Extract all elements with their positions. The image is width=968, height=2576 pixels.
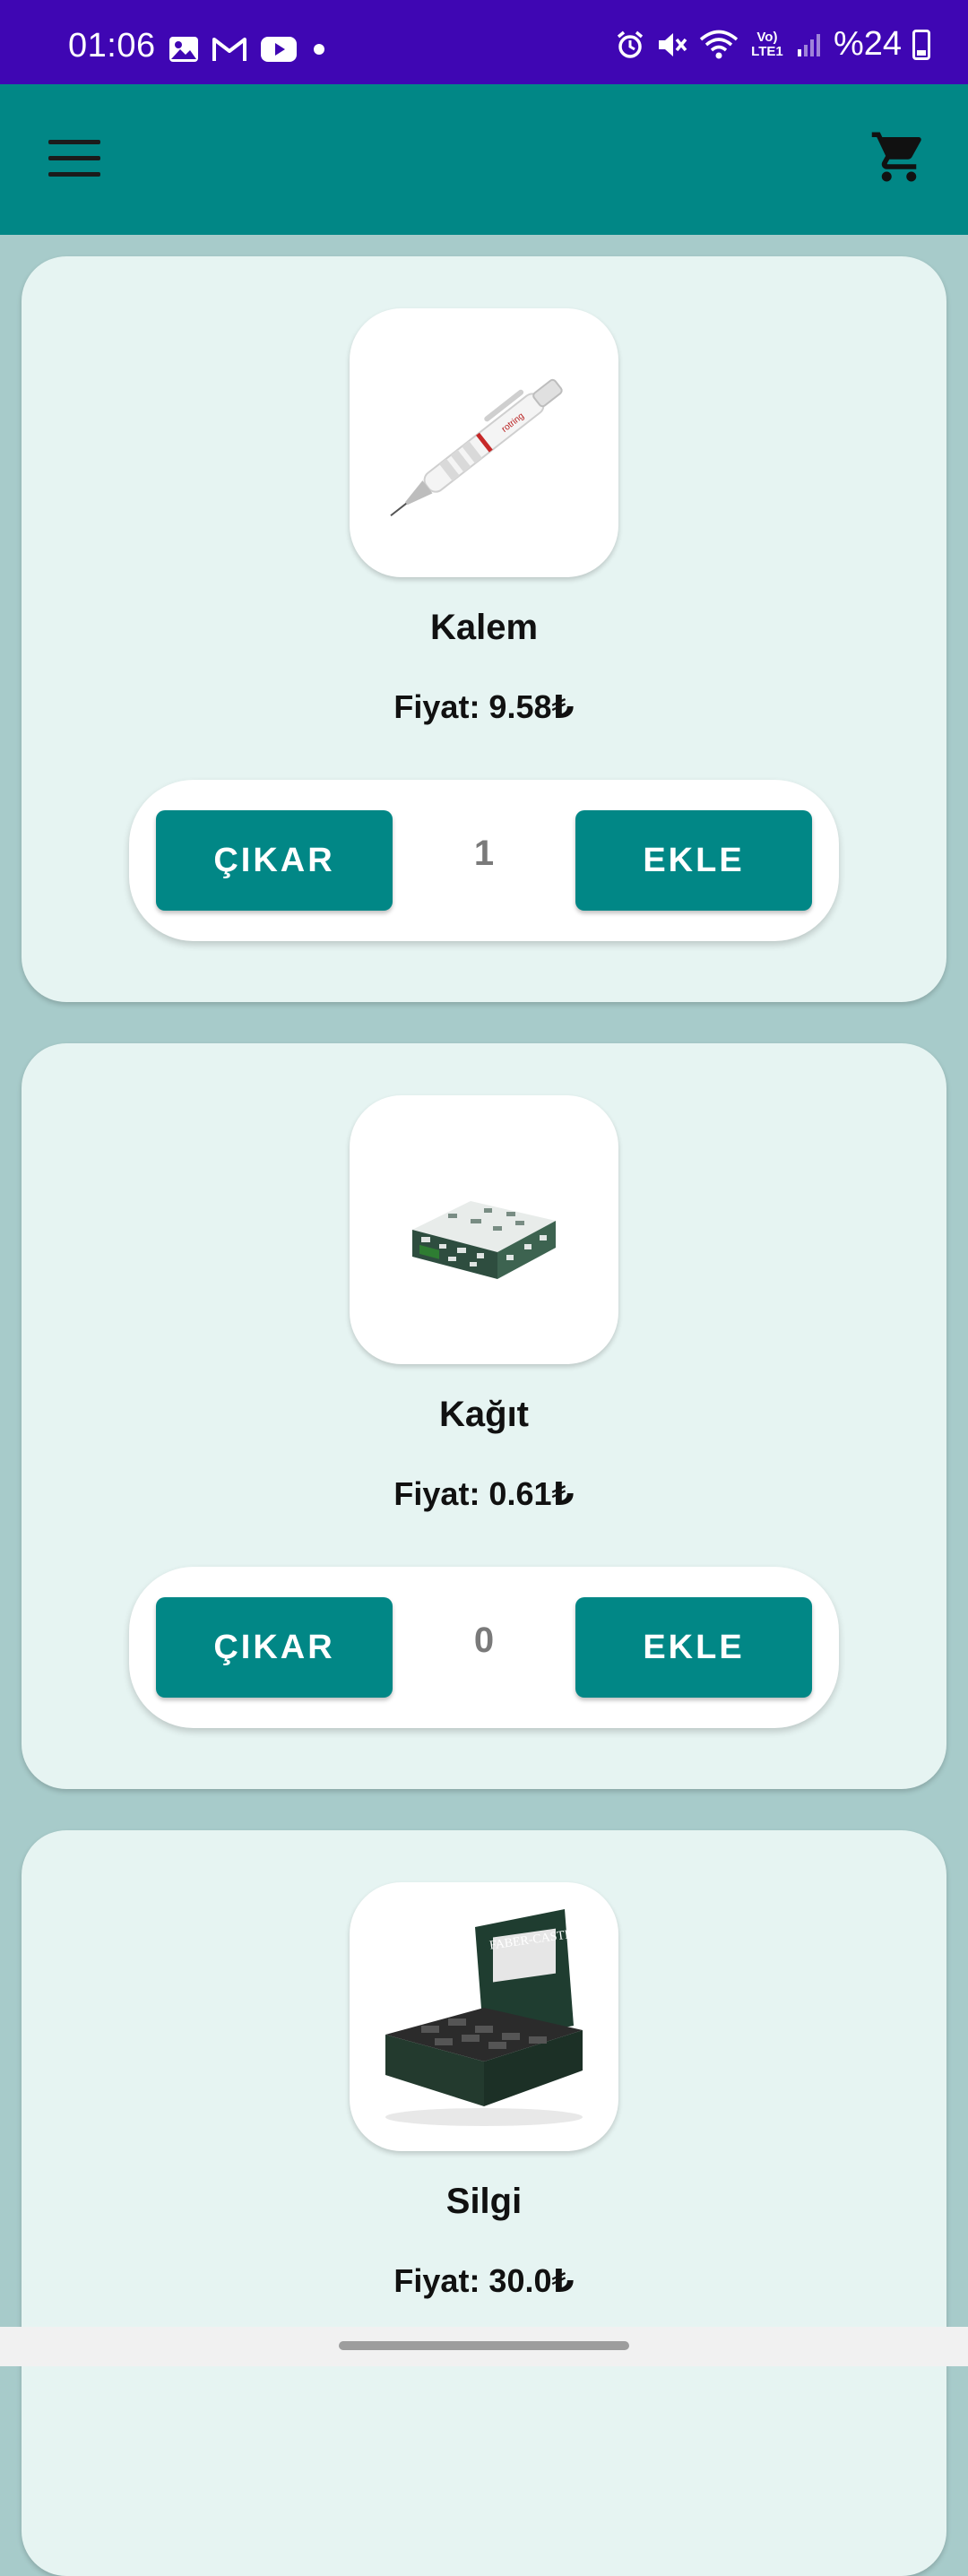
gallery-icon bbox=[169, 37, 198, 62]
paper-ream-image bbox=[412, 1201, 556, 1279]
quantity-panel: ÇIKAR 0 EKLE bbox=[129, 1567, 839, 1728]
product-name: Silgi bbox=[445, 2182, 523, 2221]
product-image: rotring bbox=[350, 308, 618, 577]
dot-icon bbox=[314, 44, 324, 55]
gesture-navigation-bar bbox=[0, 2327, 968, 2366]
alarm-icon bbox=[617, 30, 644, 58]
hamburger-menu-icon[interactable] bbox=[48, 140, 100, 179]
lte-label: Vo) LTE1 bbox=[751, 29, 783, 59]
add-button[interactable]: EKLE bbox=[575, 1597, 812, 1698]
product-name: Kağıt bbox=[439, 1395, 529, 1434]
signal-icon bbox=[797, 33, 820, 56]
mute-icon bbox=[658, 32, 687, 56]
gmail-icon bbox=[212, 38, 246, 61]
eraser-box-image: FABER-CASTELL bbox=[385, 1909, 588, 2126]
app-bar bbox=[0, 84, 968, 235]
product-card: Kağıt Fiyat: 0.61₺ ÇIKAR 0 EKLE bbox=[22, 1043, 946, 1789]
product-name: Kalem bbox=[429, 608, 539, 647]
product-card: rotring Kalem Fiyat: 9.58₺ ÇIKAR 1 EKLE bbox=[22, 256, 946, 1002]
quantity-value: 0 bbox=[473, 1621, 495, 1660]
shopping-cart-icon[interactable] bbox=[869, 127, 929, 186]
status-notification-icons bbox=[169, 36, 328, 63]
product-price: Fiyat: 30.0₺ bbox=[393, 2262, 575, 2299]
remove-button[interactable]: ÇIKAR bbox=[156, 810, 393, 911]
product-card: FABER-CASTELL Silgi Fiyat: 30.0₺ bbox=[22, 1830, 946, 2576]
status-bar: 01:06 Vo) LTE1 %24 bbox=[0, 0, 968, 84]
product-price: Fiyat: 0.61₺ bbox=[393, 1475, 575, 1512]
remove-button[interactable]: ÇIKAR bbox=[156, 1597, 393, 1698]
status-time: 01:06 bbox=[68, 27, 156, 65]
product-image: FABER-CASTELL bbox=[350, 1882, 618, 2151]
battery-icon bbox=[912, 29, 930, 60]
wifi-icon bbox=[699, 30, 739, 58]
mechanical-pencil-image: rotring bbox=[390, 378, 563, 517]
youtube-icon bbox=[261, 37, 297, 62]
add-button[interactable]: EKLE bbox=[575, 810, 812, 911]
product-image bbox=[350, 1095, 618, 1364]
quantity-value: 1 bbox=[473, 834, 495, 873]
status-system-icons: Vo) LTE1 %24 bbox=[615, 25, 930, 64]
home-gesture-handle[interactable] bbox=[339, 2341, 629, 2350]
quantity-panel: ÇIKAR 1 EKLE bbox=[129, 780, 839, 941]
battery-text: %24 bbox=[833, 25, 902, 63]
product-price: Fiyat: 9.58₺ bbox=[393, 688, 575, 725]
